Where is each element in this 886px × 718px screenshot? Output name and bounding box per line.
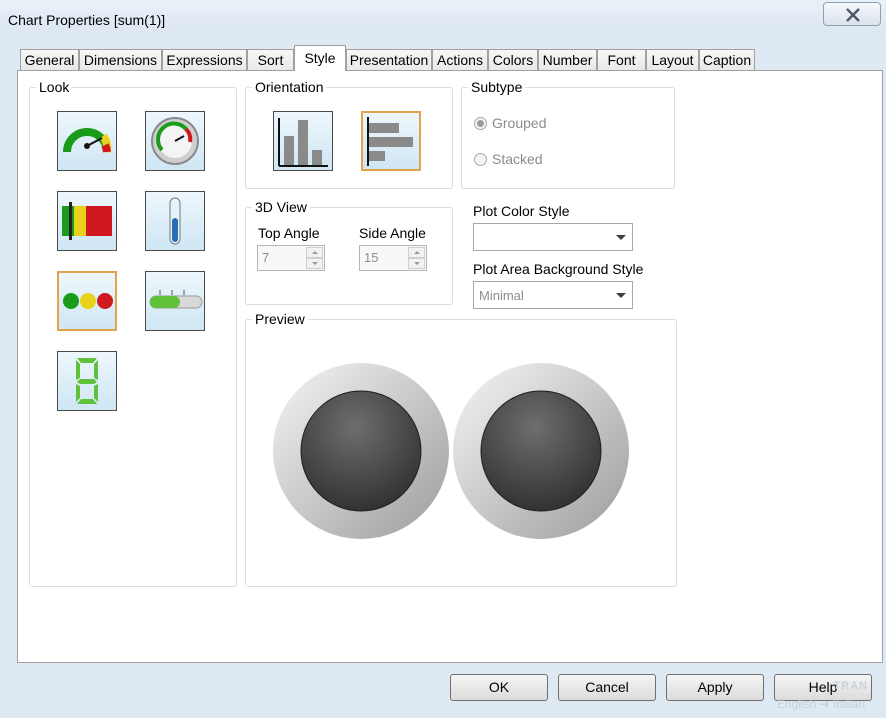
subtype-grouped-option[interactable]: Grouped: [474, 115, 546, 131]
cancel-button[interactable]: Cancel: [558, 674, 656, 701]
tab-actions[interactable]: Actions: [432, 49, 488, 71]
thermometer-icon: [169, 197, 181, 245]
tab-layout[interactable]: Layout: [646, 49, 699, 71]
grouped-radio[interactable]: [474, 117, 487, 130]
plot-area-bg-select[interactable]: Minimal: [473, 281, 633, 309]
linear-slider-gauge-icon: [149, 290, 203, 309]
watermark-brand: TRAN: [833, 680, 868, 692]
translator-watermark: TRAN English ➜ Italian: [773, 673, 886, 718]
preview-canvas: [273, 363, 629, 539]
digital-led-icon: [76, 358, 98, 404]
tab-sort[interactable]: Sort: [247, 49, 294, 71]
stacked-label: Stacked: [492, 151, 543, 167]
subtype-group: Subtype: [461, 79, 675, 189]
plot-color-style-label: Plot Color Style: [473, 203, 570, 219]
apply-button[interactable]: Apply: [666, 674, 764, 701]
vertical-bars-icon: [278, 118, 328, 167]
watermark-from: English: [777, 697, 817, 711]
ok-button[interactable]: OK: [450, 674, 548, 701]
close-button[interactable]: [823, 2, 881, 26]
tab-expressions[interactable]: Expressions: [162, 49, 247, 71]
orientation-group-label: Orientation: [252, 79, 327, 95]
watermark-languages: English ➜ Italian: [777, 697, 865, 711]
preview-group-label: Preview: [252, 311, 308, 327]
title-bar: Chart Properties [sum(1)]: [0, 0, 886, 38]
tab-dimensions[interactable]: Dimensions: [79, 49, 162, 71]
preview-light-1: [300, 390, 422, 512]
side-angle-spinner[interactable]: 15: [359, 245, 427, 271]
look-gauge-speedometer[interactable]: [57, 111, 117, 171]
look-linear-slider[interactable]: [145, 271, 205, 331]
preview-light-2: [480, 390, 602, 512]
stacked-radio[interactable]: [474, 153, 487, 166]
tab-general[interactable]: General: [20, 49, 79, 71]
side-angle-up-button[interactable]: [408, 247, 425, 258]
top-angle-value: 7: [262, 250, 270, 265]
watermark-to: Italian: [833, 697, 866, 711]
top-angle-down-button[interactable]: [306, 258, 323, 269]
top-angle-spinner[interactable]: 7: [257, 245, 325, 271]
plot-area-bg-label: Plot Area Background Style: [473, 261, 644, 277]
horizontal-bars-icon: [367, 117, 413, 166]
top-angle-label: Top Angle: [258, 225, 320, 241]
look-traffic-light[interactable]: [57, 271, 117, 331]
grouped-label: Grouped: [492, 115, 547, 131]
gauge-speedometer-icon: [63, 128, 112, 153]
look-gauge-circular[interactable]: [145, 111, 205, 171]
traffic-light-icon: [63, 293, 113, 309]
tab-caption[interactable]: Caption: [699, 49, 755, 71]
subtype-stacked-option[interactable]: Stacked: [474, 151, 543, 167]
look-group-label: Look: [36, 79, 73, 95]
chevron-down-icon: [616, 235, 626, 240]
side-angle-down-button[interactable]: [408, 258, 425, 269]
look-digital-led[interactable]: [57, 351, 117, 411]
chevron-down-icon: [616, 293, 626, 298]
side-angle-label: Side Angle: [359, 225, 426, 241]
view3d-group-label: 3D View: [252, 199, 310, 215]
tab-style[interactable]: Style: [294, 45, 346, 71]
tab-colors[interactable]: Colors: [488, 49, 538, 71]
orientation-vertical[interactable]: [273, 111, 333, 171]
close-icon: [846, 8, 860, 22]
side-angle-value: 15: [364, 250, 379, 265]
plot-color-style-select[interactable]: [473, 223, 633, 251]
arrow-right-icon: ➜: [819, 697, 830, 711]
window-title: Chart Properties [sum(1)]: [8, 12, 166, 28]
top-angle-up-button[interactable]: [306, 247, 323, 258]
tab-font[interactable]: Font: [597, 49, 646, 71]
tab-number[interactable]: Number: [538, 49, 597, 71]
orientation-horizontal[interactable]: [361, 111, 421, 171]
plot-area-bg-value: Minimal: [479, 288, 524, 303]
tab-presentation[interactable]: Presentation: [346, 49, 432, 71]
look-traffic-bar[interactable]: [57, 191, 117, 251]
traffic-bar-icon: [62, 202, 112, 240]
subtype-group-label: Subtype: [468, 79, 526, 95]
look-thermometer[interactable]: [145, 191, 205, 251]
gauge-circular-icon: [151, 117, 199, 165]
